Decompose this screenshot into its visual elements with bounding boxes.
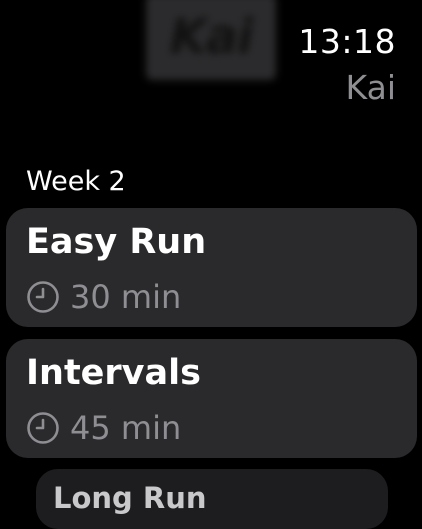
app-title: Kai [345,68,396,107]
app-logo: Kai [146,0,276,80]
status-time: 13:18 [298,22,396,61]
workout-card-easy-run[interactable]: Easy Run 30 min [6,208,417,327]
workout-title: Long Run [53,481,207,515]
clock-icon [26,411,60,445]
clock-icon [26,280,60,314]
app-logo-text: Kai [169,9,253,65]
workout-duration-row: 45 min [26,409,181,447]
workout-duration: 45 min [70,409,182,447]
workout-duration-row: 30 min [26,278,181,316]
workout-title: Intervals [26,353,201,393]
workout-card-long-run[interactable]: Long Run [36,469,388,529]
workout-title: Easy Run [26,222,207,262]
week-section-title: Week 2 [26,166,126,197]
workout-duration: 30 min [70,278,182,316]
workout-card-intervals[interactable]: Intervals 45 min [6,339,417,458]
